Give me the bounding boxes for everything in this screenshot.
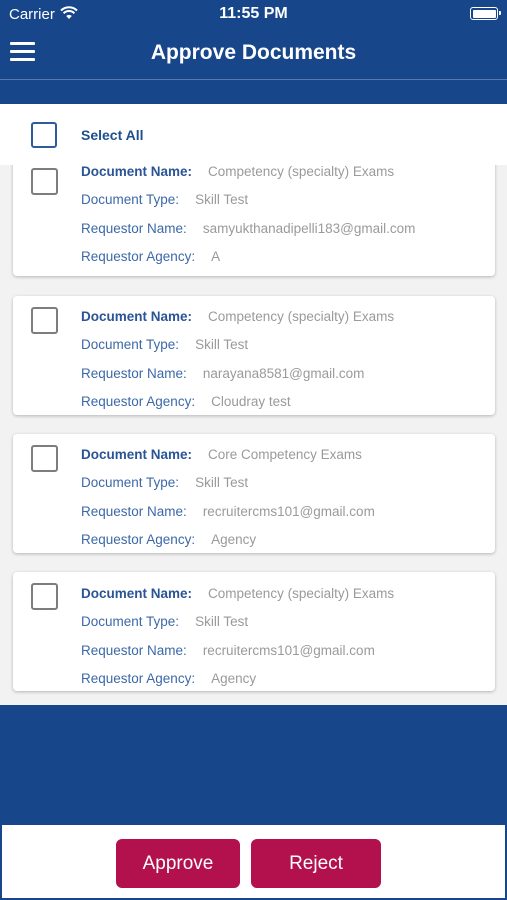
document-type-value: Skill Test bbox=[195, 192, 249, 207]
document-name-value: Competency (specialty) Exams bbox=[208, 165, 395, 179]
document-type-value: Skill Test bbox=[195, 475, 249, 490]
document-list[interactable]: Document Name: Competency (specialty) Exa… bbox=[0, 165, 507, 705]
requestor-agency-label: Requestor Agency: bbox=[81, 394, 196, 409]
page-title: Approve Documents bbox=[150, 41, 357, 64]
requestor-agency-value: A bbox=[211, 249, 221, 264]
requestor-agency-label: Requestor Agency: bbox=[81, 249, 196, 264]
document-checkbox[interactable] bbox=[31, 583, 58, 610]
requestor-name-label: Requestor Name: bbox=[81, 221, 187, 236]
document-checkbox[interactable] bbox=[31, 445, 58, 472]
document-card[interactable]: Document Name: Competency (specialty) Exa… bbox=[13, 572, 495, 691]
document-checkbox[interactable] bbox=[31, 307, 58, 334]
requestor-name-label: Requestor Name: bbox=[81, 504, 187, 519]
select-all-checkbox[interactable] bbox=[31, 122, 57, 148]
requestor-agency-row: Requestor Agency: Agency bbox=[81, 532, 256, 547]
requestor-name-row: Requestor Name: recruitercms101@gmail.com bbox=[81, 643, 375, 658]
status-bar: Carrier 11:55 PM bbox=[0, 0, 507, 28]
requestor-agency-value: Agency bbox=[211, 671, 257, 686]
document-name-value: Competency (specialty) Exams bbox=[208, 586, 395, 601]
requestor-name-value: samyukthanadipelli183@gmail.com bbox=[202, 221, 416, 236]
requestor-name-value: recruitercms101@gmail.com bbox=[202, 643, 375, 658]
requestor-name-row: Requestor Name: samyukthanadipelli183@gma… bbox=[81, 221, 415, 236]
requestor-agency-label: Requestor Agency: bbox=[81, 532, 196, 547]
requestor-name-row: Requestor Name: recruitercms101@gmail.com bbox=[81, 504, 375, 519]
document-name-row: Document Name: Competency (specialty) Exa… bbox=[81, 309, 394, 324]
document-type-value: Skill Test bbox=[195, 337, 249, 352]
select-all-label[interactable]: Select All bbox=[81, 127, 144, 143]
document-type-value: Skill Test bbox=[195, 614, 249, 629]
requestor-name-value: narayana8581@gmail.com bbox=[202, 366, 365, 381]
select-all-bar: Select All bbox=[0, 104, 507, 165]
approve-button[interactable]: Approve bbox=[116, 839, 240, 888]
document-type-row: Document Type: Skill Test bbox=[81, 337, 248, 352]
status-time: 11:55 PM bbox=[219, 5, 288, 22]
document-card[interactable]: Document Name: Competency (specialty) Exa… bbox=[13, 296, 495, 415]
requestor-agency-row: Requestor Agency: Agency bbox=[81, 671, 256, 686]
requestor-agency-row: Requestor Agency: A bbox=[81, 249, 220, 264]
requestor-agency-label: Requestor Agency: bbox=[81, 671, 196, 686]
document-type-row: Document Type: Skill Test bbox=[81, 475, 248, 490]
navigation-bar: Approve Documents bbox=[0, 28, 507, 80]
document-name-label: Document Name: bbox=[81, 586, 193, 601]
document-card[interactable]: Document Name: Core Competency Exams Docu… bbox=[13, 434, 495, 553]
document-name-label: Document Name: bbox=[81, 309, 193, 324]
document-name-label: Document Name: bbox=[81, 447, 193, 462]
document-type-label: Document Type: bbox=[81, 475, 180, 490]
requestor-name-label: Requestor Name: bbox=[81, 366, 187, 381]
requestor-name-label: Requestor Name: bbox=[81, 643, 187, 658]
document-name-label: Document Name: bbox=[81, 165, 193, 179]
battery-icon bbox=[470, 7, 501, 20]
requestor-agency-value: Cloudray test bbox=[211, 394, 291, 409]
document-name-row: Document Name: Core Competency Exams bbox=[81, 447, 362, 462]
requestor-agency-row: Requestor Agency: Cloudray test bbox=[81, 394, 291, 409]
document-type-label: Document Type: bbox=[81, 192, 180, 207]
document-checkbox[interactable] bbox=[31, 168, 58, 195]
document-name-value: Competency (specialty) Exams bbox=[208, 309, 395, 324]
document-name-row: Document Name: Competency (specialty) Exa… bbox=[81, 586, 394, 601]
document-name-row: Document Name: Competency (specialty) Exa… bbox=[81, 165, 394, 179]
document-name-value: Core Competency Exams bbox=[208, 447, 362, 462]
reject-button[interactable]: Reject bbox=[251, 839, 381, 888]
requestor-name-value: recruitercms101@gmail.com bbox=[202, 504, 375, 519]
requestor-name-row: Requestor Name: narayana8581@gmail.com bbox=[81, 366, 364, 381]
document-type-label: Document Type: bbox=[81, 337, 180, 352]
document-type-label: Document Type: bbox=[81, 614, 180, 629]
document-card[interactable]: Document Name: Competency (specialty) Exa… bbox=[13, 165, 495, 276]
document-type-row: Document Type: Skill Test bbox=[81, 614, 248, 629]
document-type-row: Document Type: Skill Test bbox=[81, 192, 248, 207]
action-bar: Approve Reject bbox=[0, 823, 507, 900]
requestor-agency-value: Agency bbox=[211, 532, 257, 547]
